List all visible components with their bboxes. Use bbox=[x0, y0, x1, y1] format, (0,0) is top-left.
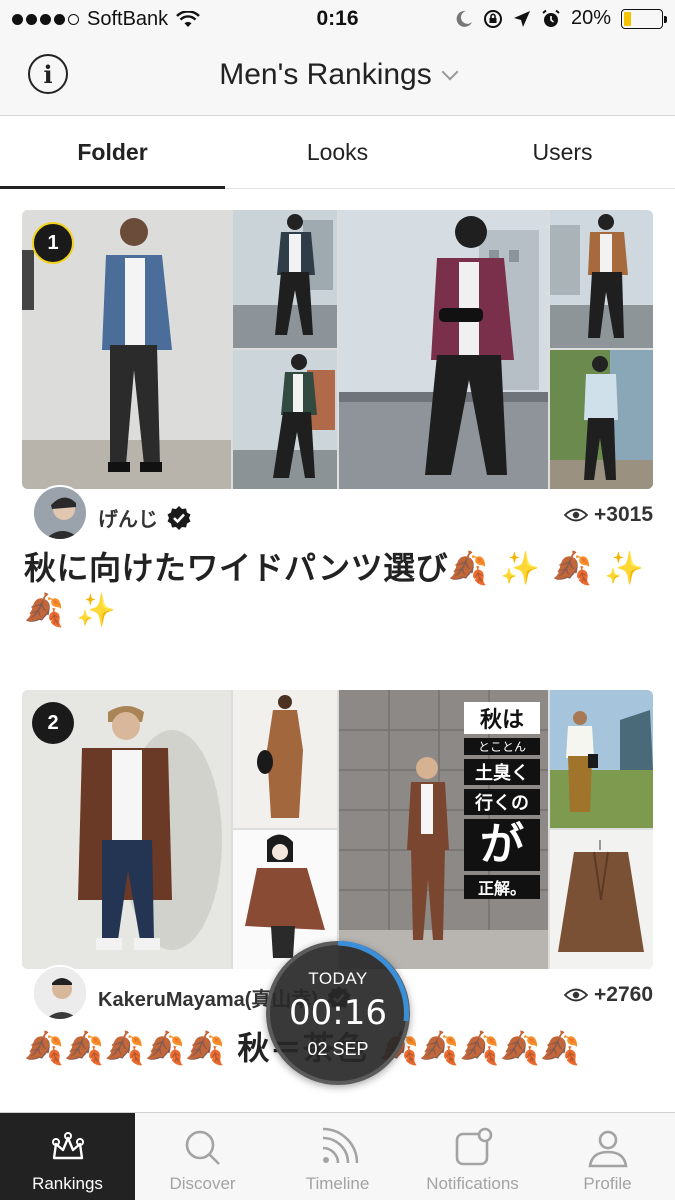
verified-badge-icon bbox=[167, 505, 191, 530]
view-count: +3015 bbox=[564, 503, 653, 527]
tabbar-label: Timeline bbox=[305, 1174, 370, 1193]
rank-badge: 1 bbox=[32, 222, 74, 264]
tabbar-discover[interactable]: Discover bbox=[135, 1113, 270, 1200]
overlay-text-block: 秋は とことん 土臭く 行くの が 正解。 bbox=[464, 702, 540, 899]
battery-level-fill bbox=[624, 11, 632, 26]
clock-label: TODAY bbox=[308, 969, 368, 988]
crown-icon bbox=[51, 1132, 84, 1160]
alarm-icon bbox=[542, 9, 560, 27]
outfit-photo[interactable] bbox=[550, 350, 653, 489]
search-icon bbox=[185, 1130, 220, 1165]
tabbar-label: Notifications bbox=[426, 1174, 519, 1193]
rotation-lock-icon bbox=[483, 9, 502, 28]
feed-icon bbox=[322, 1127, 358, 1164]
navigation-bar: i Men's Rankings bbox=[0, 38, 675, 116]
battery-percent: 20% bbox=[570, 7, 611, 29]
ranking-card[interactable]: 1 げんじ +3015 秋に向けたワイドパンツ選び🍂 ✨ 🍂 ✨ 🍂 ✨ bbox=[22, 210, 653, 631]
clock-date: 02 SEP bbox=[307, 1039, 369, 1059]
chevron-down-icon bbox=[441, 63, 459, 81]
ranking-category-selector[interactable]: Men's Rankings bbox=[0, 58, 675, 92]
tabbar-label: Discover bbox=[169, 1174, 236, 1193]
outfit-photo[interactable] bbox=[339, 210, 548, 489]
view-count: +2760 bbox=[564, 983, 653, 1007]
eye-icon bbox=[564, 508, 589, 522]
tab-folder[interactable]: Folder bbox=[0, 117, 225, 189]
card-meta: げんじ +3015 bbox=[22, 485, 653, 547]
overlay-text: 行くの bbox=[464, 789, 540, 815]
outfit-photo[interactable] bbox=[550, 210, 653, 348]
tabbar-profile[interactable]: Profile bbox=[540, 1113, 675, 1200]
location-icon bbox=[513, 10, 530, 27]
eye-icon bbox=[564, 988, 589, 1002]
outfit-collage[interactable]: 1 bbox=[22, 210, 653, 489]
folder-title[interactable]: 秋に向けたワイドパンツ選び🍂 ✨ 🍂 ✨ 🍂 ✨ bbox=[22, 547, 653, 631]
page-title: Men's Rankings bbox=[219, 58, 432, 91]
overlay-text: 秋は bbox=[464, 702, 540, 734]
tab-users-label: Users bbox=[532, 139, 593, 165]
outfit-photo[interactable] bbox=[233, 350, 337, 489]
outfit-photo[interactable] bbox=[550, 830, 653, 969]
clock-time: 00:16 bbox=[289, 993, 387, 1033]
moon-icon bbox=[456, 10, 472, 27]
overlay-text: 正解。 bbox=[464, 875, 540, 899]
outfit-photo[interactable]: 秋は とことん 土臭く 行くの が 正解。 bbox=[339, 690, 548, 969]
outfit-photo[interactable] bbox=[233, 210, 337, 348]
outfit-collage[interactable]: 秋は とことん 土臭く 行くの が 正解。 2 bbox=[22, 690, 653, 969]
battery-icon bbox=[621, 8, 667, 29]
overlay-text: が bbox=[464, 819, 540, 871]
overlay-text: とことん bbox=[464, 738, 540, 755]
username[interactable]: げんじ bbox=[98, 503, 192, 532]
tabbar-label: Rankings bbox=[32, 1174, 103, 1193]
tabbar-rankings[interactable]: Rankings bbox=[0, 1113, 135, 1200]
floating-clock-widget[interactable]: TODAY 00:16 02 SEP bbox=[266, 941, 410, 1085]
tabbar-notifications[interactable]: Notifications bbox=[405, 1113, 540, 1200]
tab-looks-label: Looks bbox=[306, 139, 369, 165]
tab-folder-label: Folder bbox=[77, 139, 148, 165]
overlay-text: 土臭く bbox=[464, 759, 540, 785]
avatar[interactable] bbox=[32, 485, 88, 541]
rank-badge: 2 bbox=[32, 702, 74, 744]
username-text: げんじ bbox=[98, 509, 158, 531]
tab-users[interactable]: Users bbox=[450, 117, 675, 188]
tab-looks[interactable]: Looks bbox=[225, 117, 450, 188]
outfit-photo[interactable] bbox=[233, 690, 337, 828]
bottom-tab-bar: Rankings Discover Timeline Notifications… bbox=[0, 1112, 675, 1200]
profile-icon bbox=[588, 1130, 627, 1168]
ranking-tabs: Folder Looks Users bbox=[0, 117, 675, 189]
outfit-photo[interactable] bbox=[550, 690, 653, 828]
view-count-text: +3015 bbox=[594, 503, 653, 526]
avatar[interactable] bbox=[32, 965, 88, 1021]
status-bar: SoftBank 0:16 20% bbox=[0, 0, 675, 38]
tabbar-timeline[interactable]: Timeline bbox=[270, 1113, 405, 1200]
tabbar-label: Profile bbox=[583, 1174, 632, 1193]
notification-icon bbox=[455, 1127, 492, 1166]
view-count-text: +2760 bbox=[594, 983, 653, 1006]
